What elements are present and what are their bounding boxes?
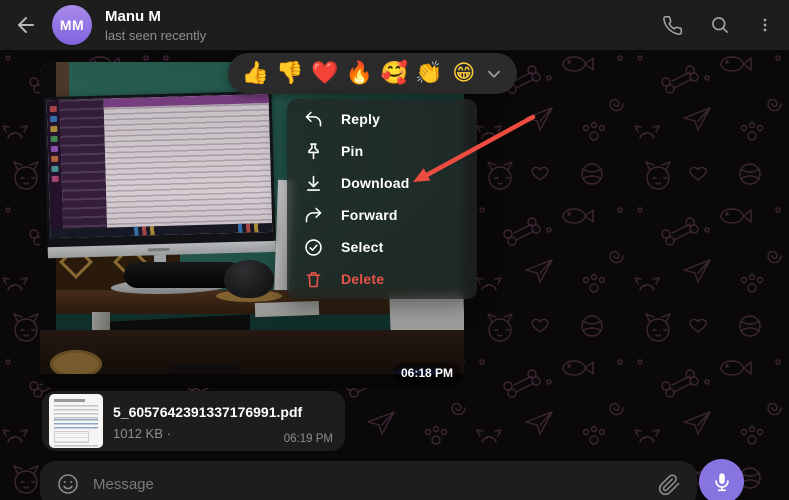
chat-title-block[interactable]: Manu M last seen recently bbox=[105, 9, 206, 42]
chat-header: MM Manu M last seen recently bbox=[0, 0, 789, 50]
chat-title: Manu M bbox=[105, 9, 206, 24]
chat-status: last seen recently bbox=[105, 29, 206, 42]
smiley-icon bbox=[56, 472, 80, 496]
menu-item-reply[interactable]: Reply bbox=[287, 103, 477, 135]
microphone-icon bbox=[711, 471, 733, 493]
attach-file-button[interactable] bbox=[658, 473, 681, 496]
message-input-bar[interactable]: Message bbox=[40, 461, 697, 500]
more-options-button[interactable] bbox=[757, 15, 773, 35]
reaction-heart[interactable]: ❤️ bbox=[307, 53, 342, 94]
file-info: 5_6057642391337176991.pdf 1012 KB · bbox=[113, 402, 302, 441]
pin-icon bbox=[303, 141, 324, 162]
phone-icon bbox=[662, 15, 683, 36]
avatar[interactable]: MM bbox=[52, 5, 92, 45]
search-button[interactable] bbox=[710, 15, 730, 35]
voice-record-button[interactable] bbox=[699, 459, 744, 500]
file-message[interactable]: 5_6057642391337176991.pdf 1012 KB · 06:1… bbox=[42, 391, 345, 451]
call-button[interactable] bbox=[662, 15, 683, 36]
reaction-thumbs-up[interactable]: 👍 bbox=[238, 53, 273, 94]
file-timestamp: 06:19 PM bbox=[284, 433, 333, 445]
file-size: 1012 KB · bbox=[113, 426, 302, 441]
message-input[interactable]: Message bbox=[93, 476, 658, 493]
menu-item-download[interactable]: Download bbox=[287, 167, 477, 199]
telegram-window: MM Manu M last seen recently bbox=[0, 0, 789, 500]
photo-timestamp: 06:18 PM bbox=[393, 363, 461, 383]
download-icon bbox=[303, 173, 324, 194]
menu-item-select[interactable]: Select bbox=[287, 231, 477, 263]
select-icon bbox=[303, 237, 324, 258]
forward-icon bbox=[303, 205, 324, 226]
paperclip-icon bbox=[658, 473, 681, 496]
reply-icon bbox=[303, 109, 324, 130]
context-menu: Reply Pin Download Forward Select bbox=[287, 99, 477, 299]
arrow-left-icon bbox=[14, 13, 38, 37]
reaction-fire[interactable]: 🔥 bbox=[342, 53, 377, 94]
reaction-grin[interactable]: 😁 bbox=[446, 53, 481, 94]
pdf-thumbnail[interactable] bbox=[49, 394, 103, 448]
delete-icon bbox=[303, 269, 324, 290]
search-icon bbox=[710, 15, 730, 35]
kebab-menu-icon bbox=[757, 15, 773, 35]
reaction-thumbs-down[interactable]: 👎 bbox=[273, 53, 308, 94]
back-button[interactable] bbox=[12, 11, 40, 39]
avatar-initials: MM bbox=[60, 17, 84, 33]
reaction-bar: 👍 👎 ❤️ 🔥 🥰 👏 😁 bbox=[228, 53, 517, 94]
emoji-picker-button[interactable] bbox=[56, 472, 80, 496]
menu-item-pin[interactable]: Pin bbox=[287, 135, 477, 167]
reaction-smiling-hearts[interactable]: 🥰 bbox=[377, 53, 412, 94]
reaction-clap[interactable]: 👏 bbox=[412, 53, 447, 94]
chevron-down-icon bbox=[483, 63, 505, 85]
menu-item-forward[interactable]: Forward bbox=[287, 199, 477, 231]
expand-reactions-button[interactable] bbox=[481, 63, 507, 85]
menu-item-delete[interactable]: Delete bbox=[287, 263, 477, 295]
file-name: 5_6057642391337176991.pdf bbox=[113, 404, 302, 420]
header-actions bbox=[662, 15, 773, 36]
